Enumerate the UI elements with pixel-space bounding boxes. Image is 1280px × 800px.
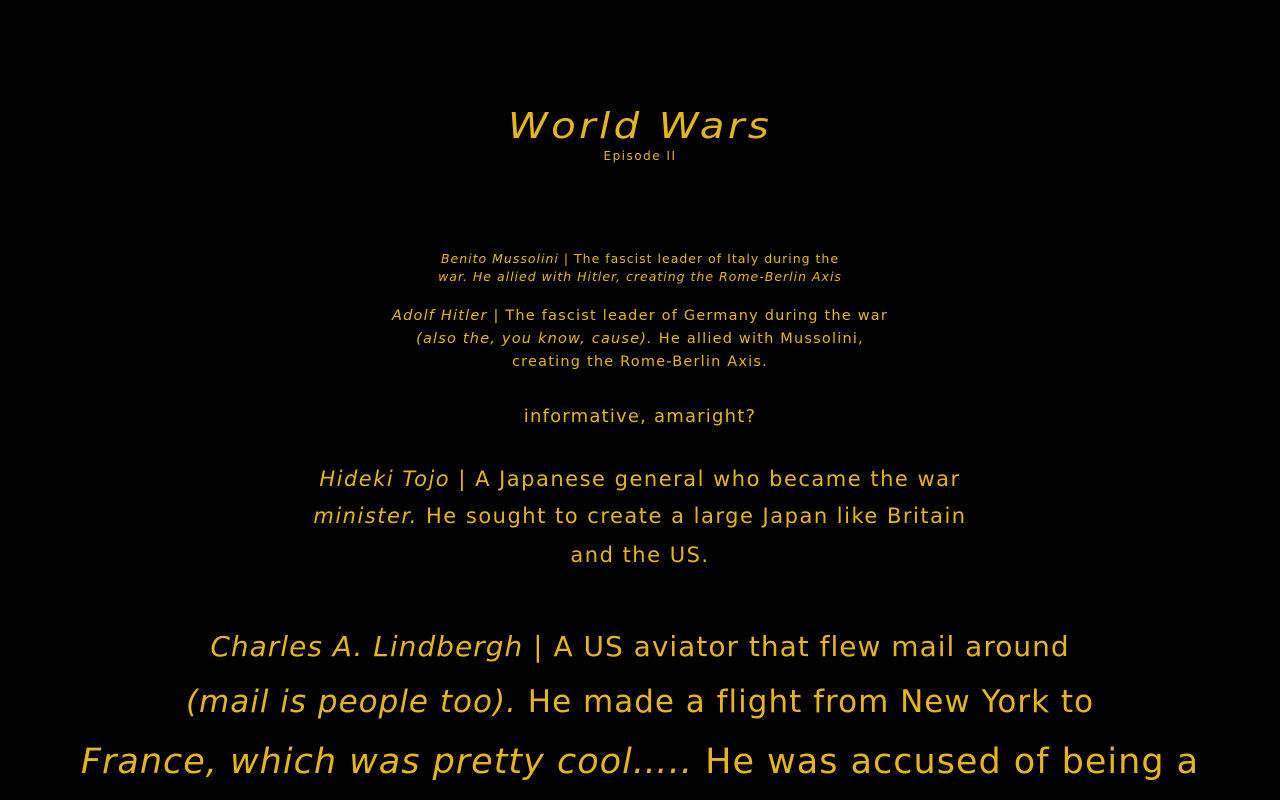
lindbergh-desc-3-italic: France, which was pretty cool….. — [80, 742, 694, 782]
tojo-desc-2: He sought to create a large Japan like B… — [417, 504, 967, 528]
crawl-title: World Wars — [507, 106, 773, 147]
lindbergh-line-3: France, which was pretty cool….. He was … — [0, 742, 1280, 782]
hitler-line-2: (also the, you know, cause). He allied w… — [0, 331, 1280, 347]
mussolini-desc-2: war. He allied with Hitler, creating the… — [438, 269, 842, 284]
aside-line: informative, amaright? — [523, 406, 757, 427]
hitler-name: Adolf Hitler — [391, 308, 488, 324]
tojo-line-2: minister. He sought to create a large Ja… — [0, 504, 1280, 528]
tojo-desc-1: | A Japanese general who became the war — [450, 467, 961, 491]
opening-crawl: World Wars Episode II Benito Mussolini |… — [0, 0, 1280, 800]
lindbergh-desc-1: | A US aviator that flew mail around — [523, 630, 1070, 663]
crawl-subtitle: Episode II — [603, 149, 677, 163]
lindbergh-line-2: (mail is people too). He made a flight f… — [0, 684, 1280, 720]
lindbergh-name: Charles A. Lindbergh — [210, 630, 524, 663]
hitler-line-1: Adolf Hitler | The fascist leader of Ger… — [0, 308, 1280, 324]
hitler-desc-2-italic: (also the, you know, cause). — [416, 331, 653, 347]
tojo-line-3: and the US. — [570, 543, 710, 567]
tojo-desc-2-italic: minister. — [313, 504, 418, 528]
lindbergh-desc-2: He made a flight from New York to — [516, 684, 1095, 720]
hitler-desc-1: | The fascist leader of Germany during t… — [487, 308, 888, 324]
lindbergh-desc-3: He was accused of being a — [693, 742, 1200, 782]
tojo-name: Hideki Tojo — [319, 467, 451, 491]
mussolini-line-1: Benito Mussolini | The fascist leader of… — [0, 251, 1280, 266]
mussolini-line-2: war. He allied with Hitler, creating the… — [0, 269, 1280, 284]
lindbergh-line-1: Charles A. Lindbergh | A US aviator that… — [0, 630, 1280, 663]
lindbergh-desc-2-italic: (mail is people too). — [185, 684, 517, 720]
hitler-desc-2: He allied with Mussolini, — [652, 331, 864, 347]
mussolini-desc-1: | The fascist leader of Italy during the — [558, 251, 840, 266]
tojo-line-1: Hideki Tojo | A Japanese general who bec… — [0, 467, 1280, 491]
hitler-line-3: creating the Rome-Berlin Axis. — [512, 354, 768, 370]
mussolini-name: Benito Mussolini — [440, 251, 559, 266]
